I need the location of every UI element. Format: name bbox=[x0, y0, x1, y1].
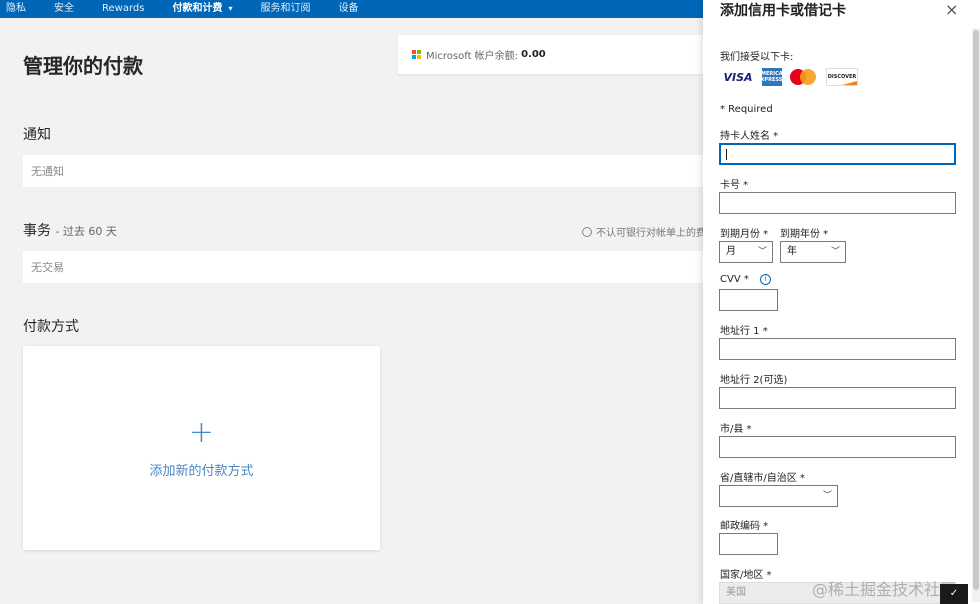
info-icon[interactable]: i bbox=[760, 274, 771, 285]
notifications-empty: 无通知 bbox=[23, 155, 713, 187]
payment-methods-title: 付款方式 bbox=[23, 319, 79, 335]
exp-year-label: 到期年份 * bbox=[780, 229, 829, 240]
nav-item-payment-billing[interactable]: 付款和计费 ▾ bbox=[172, 2, 232, 16]
chevron-down-icon: ﹀ bbox=[830, 247, 840, 257]
panel-title: 添加信用卡或借记卡 bbox=[720, 3, 846, 19]
postal-code-input[interactable] bbox=[719, 533, 778, 555]
add-payment-method-card[interactable]: + 添加新的付款方式 bbox=[23, 346, 380, 550]
dispute-link[interactable]: 不认可银行对帐单上的费 bbox=[582, 224, 706, 239]
scrollbar-thumb[interactable] bbox=[973, 30, 979, 590]
nav-item-security[interactable]: 安全 bbox=[54, 2, 74, 16]
amex-logo: AMERICAN EXPRESS bbox=[757, 68, 787, 86]
balance-label: Microsoft 帐户余额: bbox=[426, 51, 519, 62]
cardholder-name-label: 持卡人姓名 * bbox=[720, 131, 779, 142]
transactions-empty: 无交易 bbox=[23, 251, 713, 283]
add-card-panel: 添加信用卡或借记卡 × 我们接受以下卡: VISA AMERICAN EXPRE… bbox=[703, 0, 980, 604]
transactions-subtitle: - 过去 60 天 bbox=[55, 225, 117, 238]
close-icon[interactable]: × bbox=[945, 0, 958, 19]
country-label: 国家/地区 * bbox=[720, 570, 772, 581]
notifications-title: 通知 bbox=[23, 127, 51, 143]
exp-year-value: 年 bbox=[787, 246, 797, 257]
cardholder-name-input[interactable] bbox=[719, 143, 956, 165]
postal-code-label: 邮政编码 * bbox=[720, 521, 769, 532]
address1-input[interactable] bbox=[719, 338, 956, 360]
exp-month-value: 月 bbox=[726, 246, 736, 257]
visa-logo: VISA bbox=[723, 70, 753, 84]
add-payment-method-label: 添加新的付款方式 bbox=[149, 463, 254, 479]
province-select[interactable]: ﹀ bbox=[719, 485, 838, 507]
address1-label: 地址行 1 * bbox=[720, 326, 768, 337]
accepted-cards-label: 我们接受以下卡: bbox=[720, 52, 794, 63]
nav-item-payment-billing-label: 付款和计费 bbox=[172, 3, 223, 14]
nike-logo-icon: ✓ bbox=[940, 584, 968, 604]
nav-item-devices[interactable]: 设备 bbox=[338, 2, 358, 16]
required-note: * Required bbox=[720, 104, 773, 115]
balance-card: Microsoft 帐户余额: 0.00 bbox=[398, 35, 708, 74]
panel-scrollbar[interactable] bbox=[972, 28, 980, 602]
person-icon bbox=[582, 227, 592, 237]
transactions-heading: 事务 - 过去 60 天 bbox=[23, 220, 117, 240]
city-input[interactable] bbox=[719, 436, 956, 458]
card-number-input[interactable] bbox=[719, 192, 956, 214]
discover-logo: DISCOVER bbox=[826, 68, 858, 86]
exp-month-select[interactable]: 月 ﹀ bbox=[719, 241, 773, 263]
address2-label: 地址行 2(可选) bbox=[720, 375, 788, 386]
address2-input[interactable] bbox=[719, 387, 956, 409]
chevron-down-icon: ▾ bbox=[228, 4, 233, 13]
chevron-down-icon: ﹀ bbox=[757, 247, 767, 257]
cvv-input[interactable] bbox=[719, 289, 778, 311]
province-label: 省/直辖市/自治区 * bbox=[720, 473, 805, 484]
cvv-label: CVV * bbox=[720, 274, 749, 285]
page-title: 管理你的付款 bbox=[23, 54, 143, 78]
nav-item-services[interactable]: 服务和订阅 bbox=[260, 2, 310, 16]
balance-amount: 0.00 bbox=[521, 49, 546, 60]
microsoft-logo-icon bbox=[412, 50, 421, 59]
watermark: @稀土掘金技术社区 bbox=[812, 580, 957, 599]
exp-year-select[interactable]: 年 ﹀ bbox=[780, 241, 846, 263]
accepted-cards: VISA AMERICAN EXPRESS DISCOVER bbox=[722, 68, 866, 86]
exp-month-label: 到期月份 * bbox=[720, 229, 769, 240]
plus-icon: + bbox=[188, 414, 215, 450]
transactions-title: 事务 bbox=[23, 223, 51, 239]
nav-item-privacy[interactable]: 隐私 bbox=[6, 2, 26, 16]
chevron-down-icon: ﹀ bbox=[822, 491, 832, 501]
mastercard-logo bbox=[790, 68, 818, 86]
city-label: 市/县 * bbox=[720, 424, 752, 435]
nav-item-rewards[interactable]: Rewards bbox=[102, 2, 144, 16]
dispute-text: 不认可银行对帐单上的费 bbox=[596, 228, 706, 239]
card-number-label: 卡号 * bbox=[720, 180, 749, 191]
